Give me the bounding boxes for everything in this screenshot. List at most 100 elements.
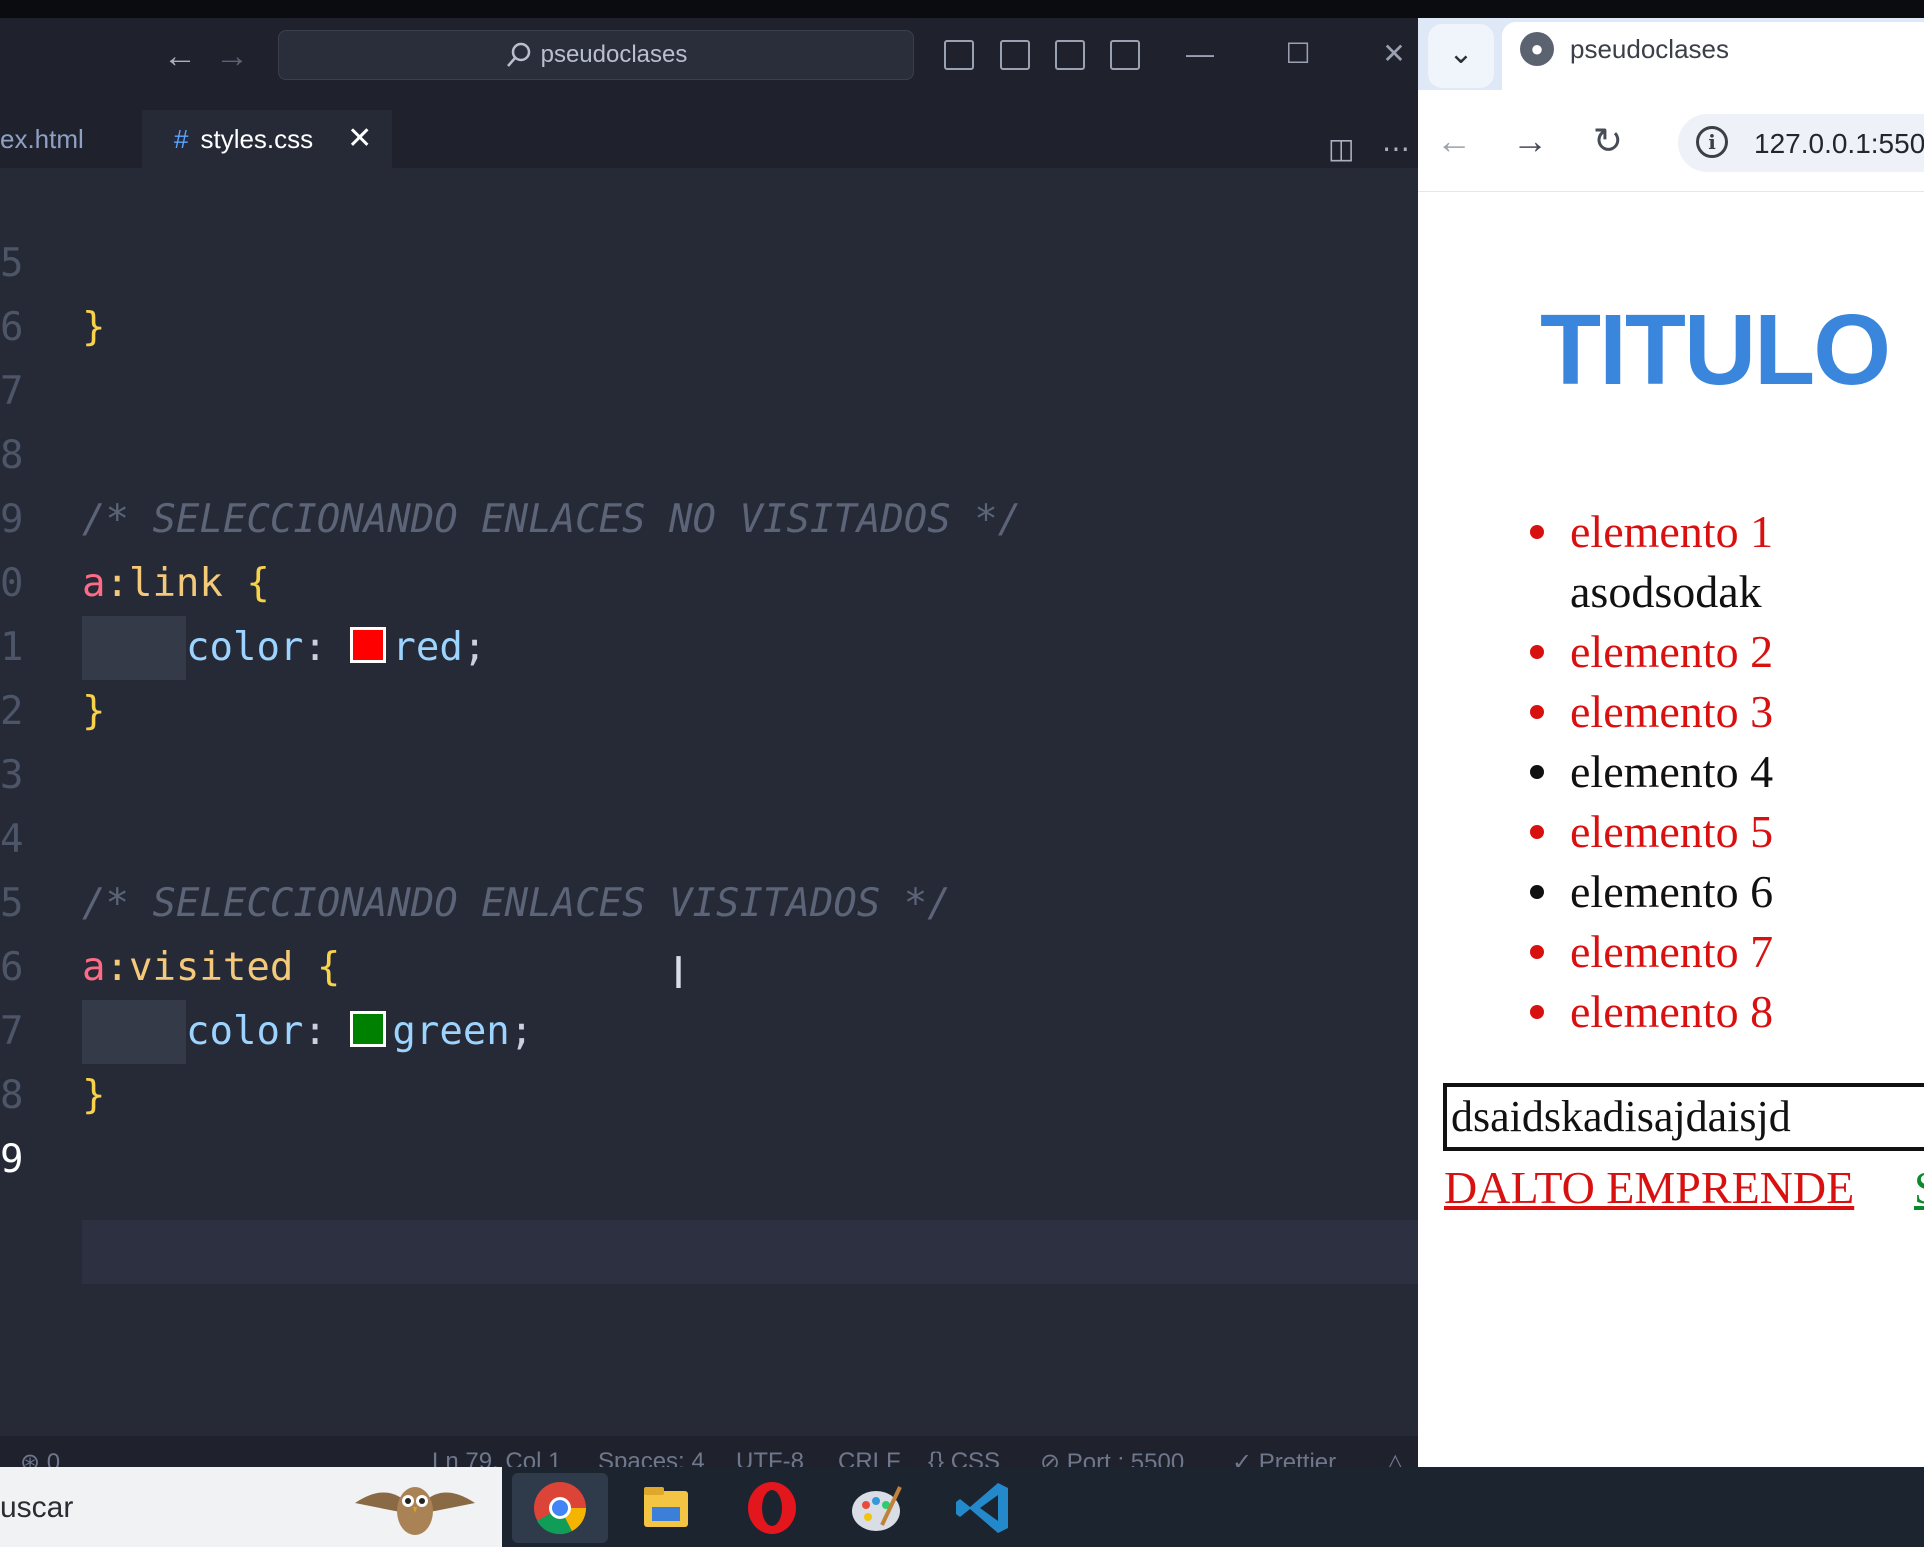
text-input[interactable]: dsaidskadisajdaisjd <box>1443 1083 1924 1151</box>
list-item-text: elemento 5 <box>1570 806 1774 857</box>
code-line: 3 <box>0 680 1418 798</box>
indentation-status[interactable]: Spaces: 4 <box>598 1448 705 1467</box>
bell-icon[interactable]: △ <box>1386 1448 1404 1467</box>
link-visited[interactable]: S <box>1914 1161 1924 1214</box>
ports-count: 0 <box>46 1449 61 1467</box>
close-tab-icon[interactable]: ✕ <box>347 122 372 155</box>
list-item: elemento 2 <box>1530 625 1773 685</box>
list-item: elemento 5 <box>1530 805 1773 865</box>
taskbar-opera[interactable] <box>724 1473 820 1543</box>
code-editor[interactable]: 5 } 6 7 8 /* SELECCIONANDO ENLACES NO VI… <box>0 168 1418 1436</box>
code-line: 6 <box>0 232 1418 350</box>
tab-label: styles.css <box>200 124 314 154</box>
list-item-text: elemento 3 <box>1570 686 1774 737</box>
list-item-text: elemento 7 <box>1570 926 1774 977</box>
mouse-ibeam-cursor-icon: I <box>672 948 685 999</box>
browser-tab-strip: ⌄ ● pseudoclases <box>1418 18 1924 90</box>
title-bar: ← → pseudoclases — ☐ ✕ <box>0 18 1418 92</box>
bullet <box>1530 945 1544 960</box>
bullet <box>1530 1005 1544 1020</box>
live-server-port[interactable]: ⊘ Port : 5500 <box>1040 1448 1184 1467</box>
toggle-panel-icon[interactable] <box>1000 40 1030 70</box>
language-label: CSS <box>950 1448 1001 1467</box>
code-line: 0 color: red; <box>0 488 1418 680</box>
taskbar-paint[interactable] <box>830 1473 926 1543</box>
forward-arrow-icon[interactable]: → <box>212 36 252 76</box>
list-item: elemento 1 <box>1530 505 1773 565</box>
list-item-text: elemento 4 <box>1570 746 1774 797</box>
browser-window: ⌄ ● pseudoclases ← → ↻ i 127.0.0.1:550 T… <box>1418 18 1924 1467</box>
browser-tab-title: pseudoclases <box>1570 34 1729 64</box>
tab-index-html[interactable]: ex.html <box>0 110 84 168</box>
owl-search-highlight-icon <box>355 1487 475 1535</box>
eol-status[interactable]: CRLF <box>838 1448 901 1467</box>
list-item: elemento 8 <box>1530 985 1773 1045</box>
prettier-status[interactable]: ✓ Prettier <box>1232 1448 1336 1467</box>
code-line: 9 a:link { <box>0 424 1418 606</box>
broadcast-icon: ⊛ <box>20 1449 41 1467</box>
current-line-highlight <box>82 1220 1418 1284</box>
no-entry-icon: ⊘ <box>1040 1449 1061 1467</box>
list-item: elemento 7 <box>1530 925 1773 985</box>
language-mode[interactable]: {​} CSS <box>928 1448 1000 1467</box>
css-file-icon: # <box>174 124 189 154</box>
split-editor-icon[interactable]: ◫ <box>1328 132 1354 165</box>
taskbar-vscode[interactable] <box>936 1473 1032 1543</box>
taskbar-chrome[interactable] <box>512 1473 608 1543</box>
bullet <box>1530 765 1544 780</box>
browser-back-icon[interactable]: ← <box>1434 120 1474 162</box>
back-arrow-icon[interactable]: ← <box>160 36 200 76</box>
maximize-icon[interactable]: ☐ <box>1278 34 1318 74</box>
taskbar-file-explorer[interactable] <box>618 1473 714 1543</box>
close-window-icon[interactable]: ✕ <box>1374 34 1414 74</box>
command-center-search[interactable]: pseudoclases <box>278 30 914 80</box>
more-actions-icon[interactable]: ⋯ <box>1382 132 1410 165</box>
code-line: 6 color: green; <box>0 872 1418 1064</box>
link-dalto-emprende[interactable]: DALTO EMPRENDE <box>1444 1161 1854 1214</box>
vscode-icon <box>956 1483 1008 1533</box>
list-item-text: asodsodak <box>1570 566 1762 617</box>
list-item: elemento 3 <box>1530 685 1773 745</box>
ports-status[interactable]: ⊛ 0 <box>20 1448 60 1467</box>
code-line: 8 <box>0 1000 1418 1118</box>
code-line: 2 <box>0 616 1418 734</box>
tab-styles-css[interactable]: # styles.css ✕ <box>142 110 393 168</box>
paint-icon <box>852 1486 902 1531</box>
reload-icon[interactable]: ↻ <box>1588 120 1628 162</box>
list-item-text: elemento 6 <box>1570 866 1774 917</box>
braces-icon: {​} <box>928 1448 945 1467</box>
site-info-icon[interactable]: i <box>1696 126 1728 158</box>
code-line: 8 /* SELECCIONANDO ENLACES NO VISITADOS … <box>0 360 1418 542</box>
port-label: Port : 5500 <box>1066 1449 1185 1467</box>
code-line: 7 <box>0 296 1418 414</box>
bullet <box>1530 885 1544 900</box>
bullet <box>1530 705 1544 720</box>
code-line: 4 /* SELECCIONANDO ENLACES VISITADOS */ <box>0 744 1418 926</box>
taskbar-search[interactable]: uscar <box>0 1467 502 1547</box>
code-line: 5 } <box>0 168 1418 350</box>
web-page: TITULO elemento 1 asodsodak elemento 2 e… <box>1418 193 1924 1467</box>
code-line: 7 } <box>0 936 1418 1118</box>
status-bar: ⊛ 0 Ln 79, Col 1 Spaces: 4 UTF-8 CRLF {​… <box>0 1436 1418 1467</box>
list-item: elemento 6 <box>1530 865 1773 925</box>
encoding-status[interactable]: UTF-8 <box>736 1448 804 1467</box>
page-heading: TITULO <box>1540 294 1891 406</box>
code-line: 1 } <box>0 552 1418 734</box>
minimize-icon[interactable]: — <box>1180 34 1220 74</box>
globe-icon: ● <box>1520 32 1554 66</box>
browser-forward-icon[interactable]: → <box>1510 120 1550 162</box>
chrome-icon <box>534 1482 586 1535</box>
customize-layout-icon[interactable] <box>1110 40 1140 70</box>
tab-search-chevron-down-icon[interactable]: ⌄ <box>1428 24 1494 88</box>
list-item-text: elemento 2 <box>1570 626 1774 677</box>
browser-toolbar: ← → ↻ i 127.0.0.1:550 <box>1418 90 1924 192</box>
cursor-position[interactable]: Ln 79, Col 1 <box>432 1448 561 1467</box>
toggle-primary-sidebar-icon[interactable] <box>944 40 974 70</box>
vscode-window: ← → pseudoclases — ☐ ✕ ex.html # styles.c… <box>0 18 1418 1467</box>
url-text[interactable]: 127.0.0.1:550 <box>1754 128 1924 160</box>
editor-tab-bar: ex.html # styles.css ✕ ◫ ⋯ <box>0 92 1418 168</box>
code-line-current: 9 <box>0 1064 1418 1182</box>
taskbar-search-text: uscar <box>0 1491 74 1524</box>
double-check-icon: ✓ <box>1232 1449 1253 1467</box>
toggle-secondary-sidebar-icon[interactable] <box>1055 40 1085 70</box>
